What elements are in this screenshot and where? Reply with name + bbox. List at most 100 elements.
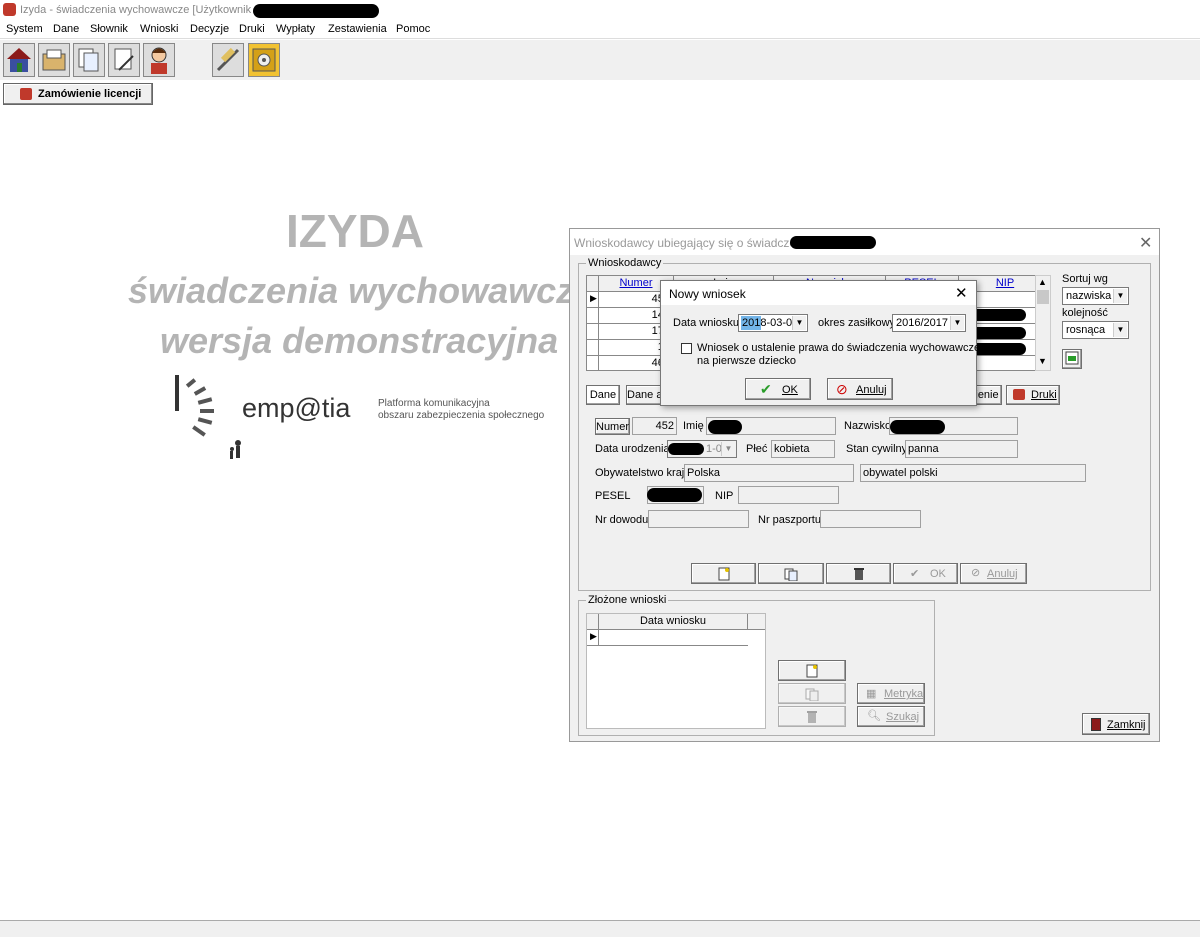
person-icon[interactable] bbox=[143, 43, 175, 77]
requests-grid-header: Data wniosku bbox=[587, 614, 765, 630]
dialog-cancel-button[interactable]: ⊘ Anuluj bbox=[827, 378, 893, 400]
tab-dane-label: Dane bbox=[589, 389, 617, 401]
citizenship-field[interactable]: Polska bbox=[684, 464, 854, 482]
new-record-button[interactable] bbox=[691, 563, 756, 584]
passport-number-field[interactable] bbox=[820, 510, 921, 528]
house-icon[interactable] bbox=[3, 43, 35, 77]
empatia-logo bbox=[172, 373, 242, 465]
add-request-button[interactable] bbox=[778, 660, 846, 681]
cancel-icon: ⊘ bbox=[971, 567, 981, 579]
row-pointer-icon: ▶ bbox=[587, 292, 599, 308]
plec-label: Płeć bbox=[746, 443, 768, 455]
edit-document-icon bbox=[805, 688, 819, 702]
requests-grid[interactable]: Data wniosku ▶ bbox=[586, 613, 766, 729]
citizenship-description-field[interactable]: obywatel polski bbox=[860, 464, 1086, 482]
sort-label: Sortuj wg bbox=[1062, 273, 1108, 285]
chevron-down-icon: ▼ bbox=[1113, 323, 1127, 337]
form-ok-button[interactable]: ✔ OK bbox=[893, 563, 958, 584]
documents-icon[interactable] bbox=[73, 43, 105, 77]
delete-record-button[interactable] bbox=[826, 563, 891, 584]
licence-order-button[interactable]: Zamówienie licencji bbox=[3, 83, 153, 105]
menu-decyzje[interactable]: Decyzje bbox=[190, 23, 229, 35]
cancel-icon: ⊘ bbox=[836, 381, 848, 397]
first-child-checkbox-label-1: Wniosek o ustalenie prawa do świadczenia… bbox=[697, 342, 993, 354]
metryka-label: Metryka bbox=[884, 688, 924, 700]
dialog-title: Nowy wniosek bbox=[669, 287, 746, 301]
scroll-down-icon[interactable]: ▼ bbox=[1038, 356, 1047, 366]
tools-icon[interactable] bbox=[212, 43, 244, 77]
form-ok-label: OK bbox=[930, 568, 946, 580]
nazwisko-label: Nazwisko bbox=[844, 420, 892, 432]
table-row[interactable]: ▶ bbox=[587, 630, 748, 646]
dialog-ok-label: OK bbox=[782, 384, 798, 396]
chevron-down-icon: ▼ bbox=[1113, 289, 1127, 303]
safe-icon[interactable] bbox=[248, 43, 280, 77]
chevron-down-icon: ▼ bbox=[721, 442, 735, 456]
table-icon: ▦ bbox=[866, 688, 877, 700]
redacted-nazwisko bbox=[890, 420, 945, 434]
zamknij-button[interactable]: Zamknij bbox=[1082, 713, 1150, 735]
menu-system[interactable]: System bbox=[6, 23, 43, 35]
scroll-up-icon[interactable]: ▲ bbox=[1038, 277, 1047, 287]
marital-status-field[interactable]: panna bbox=[905, 440, 1018, 458]
scroll-thumb[interactable] bbox=[1037, 290, 1049, 304]
new-request-dialog: Nowy wniosek ✕ Data wniosku 2018-03-03 ▼… bbox=[660, 280, 992, 406]
period-select[interactable]: 2016/2017 ▼ bbox=[892, 314, 966, 332]
edit-request-button[interactable] bbox=[778, 683, 846, 704]
column-data-wniosku[interactable]: Data wniosku bbox=[599, 614, 748, 630]
nip-field[interactable] bbox=[738, 486, 839, 504]
druki-button[interactable]: Druki bbox=[1006, 385, 1060, 405]
pesel-label: PESEL bbox=[595, 490, 631, 502]
export-button[interactable] bbox=[1062, 349, 1082, 369]
menu-druki[interactable]: Druki bbox=[239, 23, 265, 35]
menu-pomoc[interactable]: Pomoc bbox=[396, 23, 430, 35]
menu-wnioski[interactable]: Wnioski bbox=[140, 23, 179, 35]
szukaj-label: Szukaj bbox=[886, 711, 920, 723]
period-label: okres zasiłkowy bbox=[818, 317, 896, 329]
licence-icon bbox=[20, 88, 32, 100]
metryka-button[interactable]: ▦ Metryka bbox=[857, 683, 925, 704]
close-icon[interactable]: ✕ bbox=[955, 284, 968, 302]
grid-scrollbar[interactable]: ▲ ▼ bbox=[1035, 275, 1051, 371]
form-cancel-button[interactable]: ⊘ Anuluj bbox=[960, 563, 1027, 584]
first-child-checkbox[interactable] bbox=[681, 343, 692, 354]
sort-select[interactable]: nazwiska ▼ bbox=[1062, 287, 1129, 305]
redacted-birthdate bbox=[668, 443, 704, 455]
check-icon: ✔ bbox=[910, 568, 920, 580]
first-child-checkbox-label-2: na pierwsze dziecko bbox=[697, 355, 797, 367]
plec-field[interactable]: kobieta bbox=[771, 440, 835, 458]
period-value: 2016/2017 bbox=[896, 317, 948, 329]
search-icon: 🔍︎ bbox=[867, 710, 881, 722]
menu-zestawienia[interactable]: Zestawienia bbox=[328, 23, 387, 35]
sort-value: nazwiska bbox=[1066, 290, 1112, 302]
redacted-imie bbox=[708, 420, 742, 434]
nip-label: NIP bbox=[715, 490, 734, 502]
citizenship-label: Obywatelstwo kraju bbox=[595, 467, 691, 479]
close-icon[interactable]: ✕ bbox=[1139, 233, 1152, 253]
dialog-cancel-label: Anuluj bbox=[856, 384, 887, 396]
splash-subtitle: świadczenia wychowawcze bbox=[128, 270, 595, 311]
exit-icon bbox=[1091, 718, 1101, 731]
chevron-down-icon: ▼ bbox=[950, 316, 964, 330]
order-select[interactable]: rosnąca ▼ bbox=[1062, 321, 1129, 339]
delete-request-button[interactable] bbox=[778, 706, 846, 727]
zamknij-label: Zamknij bbox=[1107, 719, 1146, 731]
imie-label: Imię bbox=[683, 420, 704, 432]
check-icon: ✔ bbox=[760, 381, 772, 397]
numer-button[interactable]: Numer bbox=[595, 418, 630, 435]
document-edit-icon[interactable] bbox=[108, 43, 140, 77]
edit-record-button[interactable] bbox=[758, 563, 824, 584]
menu-wyplaty[interactable]: Wypłaty bbox=[276, 23, 315, 35]
folder-icon[interactable] bbox=[38, 43, 70, 77]
id-number-field[interactable] bbox=[648, 510, 749, 528]
menu-dane[interactable]: Dane bbox=[53, 23, 79, 35]
dialog-ok-button[interactable]: ✔ OK bbox=[745, 378, 811, 400]
passport-number-label: Nr paszportu bbox=[758, 514, 821, 526]
szukaj-button[interactable]: 🔍︎ Szukaj bbox=[857, 706, 925, 727]
row-indicator bbox=[587, 308, 599, 324]
menu-slownik[interactable]: Słownik bbox=[90, 23, 128, 35]
numer-field[interactable]: 452 bbox=[632, 417, 677, 435]
applicants-window-title: Wnioskodawcy ubiegający się o świadczeni… bbox=[574, 236, 820, 250]
tab-dane[interactable]: Dane bbox=[586, 385, 620, 405]
request-date-label: Data wniosku bbox=[673, 317, 740, 329]
